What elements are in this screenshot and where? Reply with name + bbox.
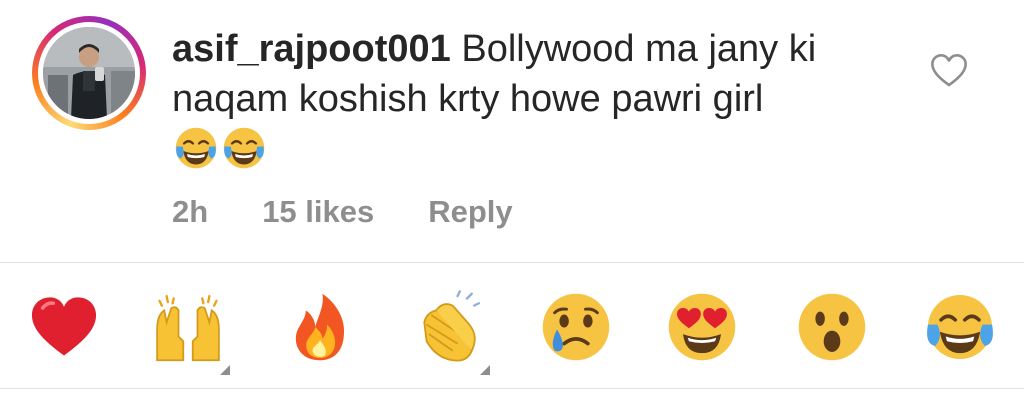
skin-tone-indicator xyxy=(480,365,490,375)
fire-icon xyxy=(295,293,345,361)
comment-text-line1: Bollywood ma jany ki xyxy=(461,28,817,70)
comment-username[interactable]: asif_rajpoot001 xyxy=(172,28,451,70)
tears-of-joy-emoji xyxy=(220,124,268,185)
heart-outline-icon[interactable] xyxy=(928,50,970,92)
comment-time: 2h xyxy=(172,194,209,229)
crying-face-icon xyxy=(542,293,610,361)
fire-reaction[interactable] xyxy=(282,289,358,365)
divider xyxy=(0,388,1024,389)
surprised-face-reaction[interactable] xyxy=(794,289,870,365)
avatar-gap xyxy=(38,22,140,124)
clapping-hands-reaction[interactable] xyxy=(410,289,490,375)
clapping-hands-icon xyxy=(423,290,481,362)
red-heart-icon xyxy=(31,297,97,356)
avatar-photo xyxy=(43,27,135,119)
comment-text: asif_rajpoot001 Bollywood ma jany ki naq… xyxy=(172,24,912,185)
comment-meta: 2h 15 likes Reply xyxy=(172,194,513,230)
heart-eyes-reaction[interactable] xyxy=(664,289,740,365)
tears-of-joy-icon xyxy=(927,294,993,360)
red-heart-reaction[interactable] xyxy=(26,289,102,365)
tears-of-joy-reaction[interactable] xyxy=(922,289,998,365)
raising-hands-reaction[interactable] xyxy=(150,289,230,375)
heart-eyes-icon xyxy=(668,293,736,361)
comment-likes[interactable]: 15 likes xyxy=(262,194,374,230)
crying-face-reaction[interactable] xyxy=(538,289,614,365)
surprised-face-icon xyxy=(798,293,866,361)
quick-reactions-bar xyxy=(0,263,1024,388)
comment-text-line2: naqam koshish krty howe pawri girl xyxy=(172,78,764,120)
comment-row: asif_rajpoot001 Bollywood ma jany ki naq… xyxy=(0,0,1024,262)
story-ring[interactable] xyxy=(32,16,146,130)
skin-tone-indicator xyxy=(220,365,230,375)
avatar[interactable] xyxy=(43,27,135,119)
reply-button[interactable]: Reply xyxy=(428,194,512,230)
raising-hands-icon xyxy=(156,294,220,362)
tears-of-joy-emoji xyxy=(172,124,220,185)
